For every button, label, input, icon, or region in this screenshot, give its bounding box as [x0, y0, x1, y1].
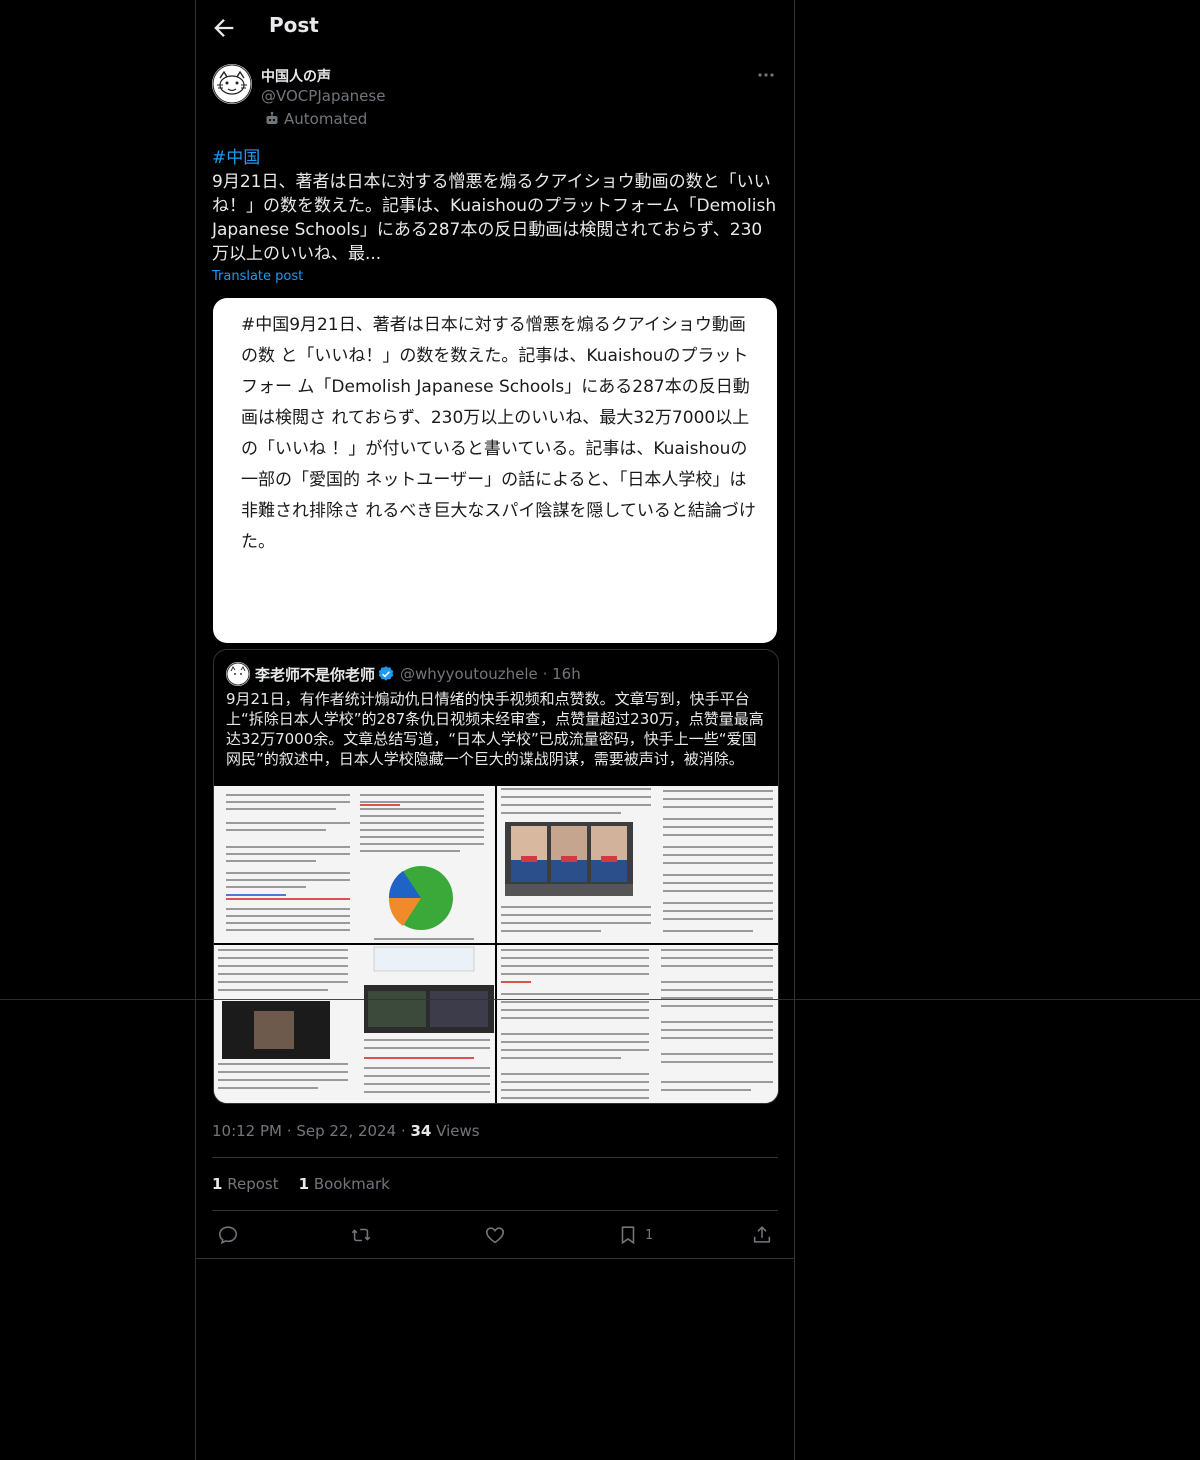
divider — [212, 1157, 778, 1158]
verified-badge-icon — [378, 666, 394, 681]
post-body: #中国 9月21日、著者は日本に対する憎悪を煽るクアイショウ動画の数と「いいね！… — [212, 146, 778, 266]
reply-button[interactable] — [217, 1222, 239, 1248]
reposts-stat[interactable]: 1 Repost — [212, 1175, 279, 1193]
quoted-post[interactable]: 李老师不是你老师 @whyyoutouzhele · 16h 9月21日，有作者… — [213, 649, 779, 1104]
quoted-post-time[interactable]: 16h — [552, 665, 581, 683]
like-button[interactable] — [484, 1222, 506, 1248]
bot-icon — [266, 111, 278, 124]
post-author: 中国人の声 @VOCPJapanese Automated — [212, 64, 778, 134]
cat-avatar-icon — [212, 64, 252, 104]
divider — [212, 1210, 778, 1211]
views-label: Views — [436, 1122, 480, 1140]
action-bar: 1 — [212, 1222, 778, 1252]
post-time[interactable]: 10:12 PM — [212, 1122, 282, 1140]
author-avatar[interactable] — [212, 64, 252, 104]
quoted-author-handle-time: @whyyoutouzhele · 16h — [400, 665, 581, 683]
post-text: 9月21日、著者は日本に対する憎悪を煽るクアイショウ動画の数と「いいね！」の数を… — [212, 172, 777, 264]
automated-text: Automated — [284, 110, 368, 128]
more-horizontal-icon — [758, 73, 774, 77]
quoted-image-4[interactable] — [497, 945, 778, 1103]
reply-icon — [218, 1226, 238, 1245]
divider — [0, 999, 1200, 1000]
quoted-author-avatar[interactable] — [226, 662, 250, 686]
hashtag-link[interactable]: #中国 — [212, 146, 778, 170]
author-handle[interactable]: @VOCPJapanese — [261, 87, 385, 105]
dot-separator: · — [286, 1122, 297, 1140]
media-image-text: #中国9月21日、著者は日本に対する憎悪を煽るクアイショウ動画の数 と「いいね！… — [241, 315, 756, 552]
reposts-label: Repost — [227, 1175, 279, 1193]
post-metadata: 10:12 PM · Sep 22, 2024 · 34 Views — [212, 1122, 480, 1140]
article-screenshot-with-pie-chart — [214, 786, 495, 943]
heart-icon — [485, 1227, 505, 1244]
arrow-left-icon — [214, 19, 234, 37]
share-icon — [753, 1226, 771, 1243]
translate-post-link[interactable]: Translate post — [212, 269, 303, 284]
bookmark-count: 1 — [645, 1227, 654, 1243]
share-button[interactable] — [751, 1222, 773, 1248]
reposts-count: 1 — [212, 1175, 223, 1193]
cat-avatar-icon — [226, 662, 250, 686]
quoted-author-name[interactable]: 李老师不是你老师 — [255, 664, 375, 685]
engagement-stats: 1 Repost 1 Bookmark — [212, 1175, 390, 1193]
article-screenshot-with-video-thumbnails — [214, 945, 495, 1103]
quoted-media-grid — [214, 786, 778, 1103]
quoted-author-handle[interactable]: @whyyoutouzhele — [400, 665, 538, 683]
page-title: Post — [269, 13, 319, 37]
bookmarks-count: 1 — [298, 1175, 310, 1193]
article-screenshot-with-photos — [497, 786, 778, 943]
automated-label: Automated — [264, 110, 367, 128]
divider — [196, 1258, 794, 1259]
bookmark-icon — [621, 1226, 635, 1245]
page-header: Post — [196, 0, 794, 55]
more-options-button[interactable] — [754, 64, 778, 86]
author-display-name[interactable]: 中国人の声 — [261, 66, 331, 86]
repost-icon — [351, 1228, 371, 1242]
repost-button[interactable] — [350, 1222, 372, 1248]
article-screenshot-text — [497, 945, 778, 1103]
back-button[interactable] — [210, 14, 238, 42]
dot-separator: · — [542, 665, 553, 683]
quoted-image-3[interactable] — [214, 945, 495, 1103]
post-date[interactable]: Sep 22, 2024 — [296, 1122, 396, 1140]
views-count: 34 — [410, 1122, 432, 1140]
bookmark-button[interactable]: 1 — [617, 1222, 653, 1248]
bookmarks-label: Bookmark — [313, 1175, 390, 1193]
post-media-image[interactable]: #中国9月21日、著者は日本に対する憎悪を煽るクアイショウ動画の数 と「いいね！… — [213, 298, 777, 643]
quoted-post-text: 9月21日，有作者统计煽动仇日情绪的快手视频和点赞数。文章写到，快手平台上“拆除… — [226, 690, 764, 768]
post-column: Post 中国人の声 @VOCPJapanese Automated #中国 9… — [195, 0, 795, 1460]
quoted-image-1[interactable] — [214, 786, 495, 943]
bookmarks-stat[interactable]: 1 Bookmark — [299, 1175, 390, 1193]
quoted-image-2[interactable] — [497, 786, 778, 943]
